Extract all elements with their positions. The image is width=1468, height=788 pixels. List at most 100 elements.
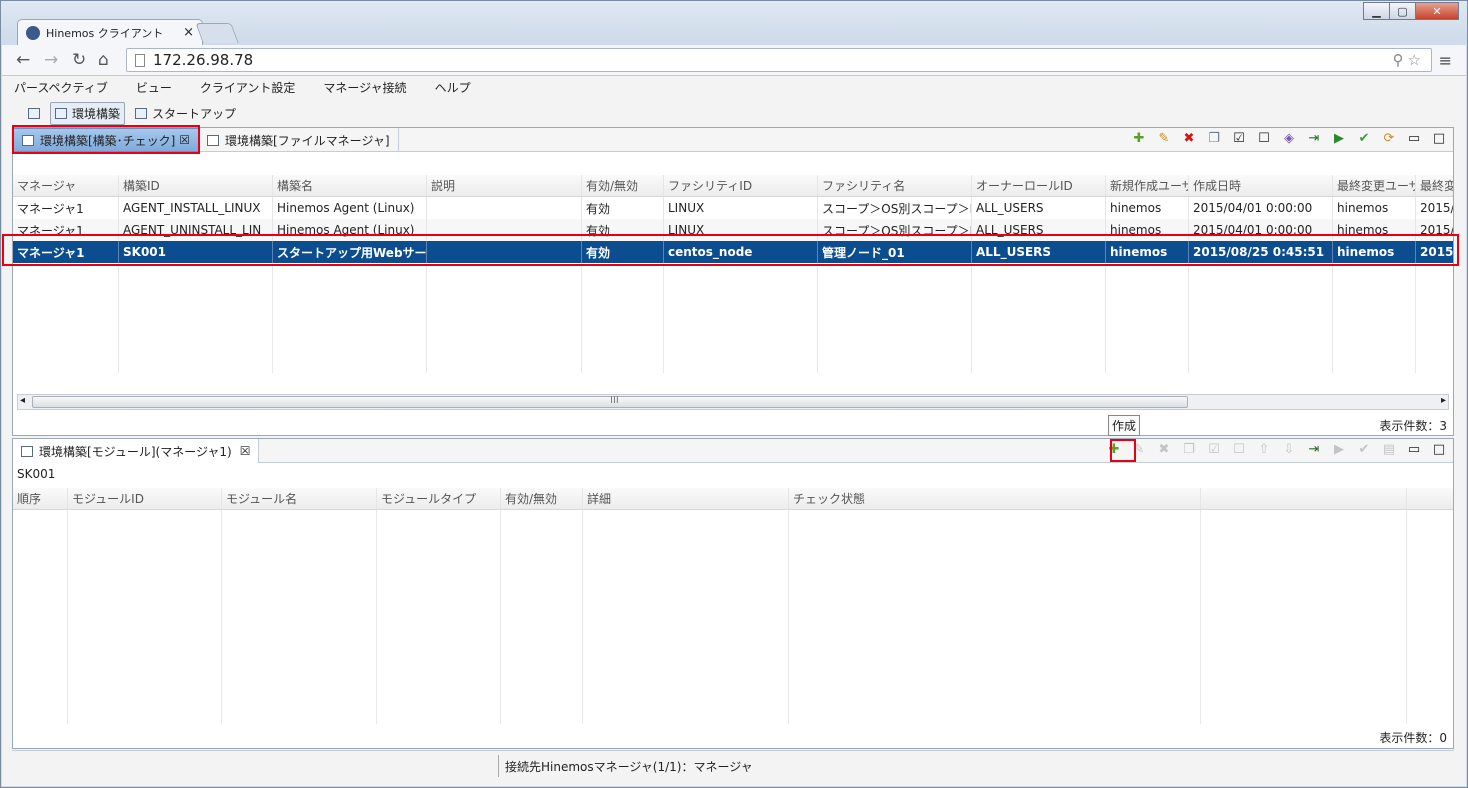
view-toolbar: ✚ ✎ ✖ ❐ ☑ ☐ ⇧ ⇩ ⇥ ▶ ✔ ▤ ▭ □ [1097, 442, 1447, 458]
table-row[interactable]: マネージャ1 AGENT_INSTALL_LINUX Hinemos Agent… [13, 197, 1453, 219]
column-header[interactable] [1201, 488, 1407, 509]
maximize-view-icon[interactable]: □ [1431, 131, 1447, 147]
disable-icon[interactable]: ☐ [1256, 131, 1272, 147]
column-header[interactable]: 有効/無効 [501, 488, 583, 509]
enable-icon[interactable]: ☑ [1206, 442, 1222, 458]
build-table: マネージャ 構築ID 構築名 説明 有効/無効 ファシリティID ファシリティ名… [13, 175, 1453, 373]
row-count: 表示件数：0 [1379, 731, 1447, 745]
menu-help[interactable]: ヘルプ [435, 79, 471, 96]
minimize-view-icon[interactable]: ▭ [1406, 131, 1422, 147]
column-header[interactable]: モジュールタイプ [377, 488, 501, 509]
status-connection: 接続先Hinemosマネージャ(1/1)：マネージャ [505, 760, 753, 774]
column-header[interactable]: 構築名 [273, 175, 427, 196]
menu-perspective[interactable]: パースペクティブ [14, 79, 108, 96]
horizontal-scrollbar[interactable]: ◂ III ▸ [17, 394, 1449, 410]
scroll-right-icon[interactable]: ▸ [1441, 395, 1446, 406]
perspective-env-build[interactable]: 環境構築 [50, 101, 126, 125]
run-icon[interactable]: ▶ [1331, 442, 1347, 458]
scroll-left-icon[interactable]: ◂ [20, 395, 25, 406]
reload-icon[interactable]: ↻ [72, 50, 86, 70]
status-bar: 接続先Hinemosマネージャ(1/1)：マネージャ [12, 750, 1454, 778]
scroll-thumb[interactable]: III [32, 395, 1188, 408]
row-count: 表示件数：3 [1379, 419, 1447, 433]
column-header[interactable]: オーナーロールID [972, 175, 1106, 196]
column-header[interactable]: モジュール名 [222, 488, 377, 509]
check-icon[interactable]: ✔ [1356, 442, 1372, 458]
table-icon [135, 107, 148, 119]
open-perspective-icon[interactable] [24, 106, 44, 121]
new-tab-button[interactable] [195, 23, 239, 43]
tab-modules[interactable]: 環境構築[モジュール](マネージャ1) ☒ [13, 439, 260, 463]
column-header[interactable]: 最終変更 [1416, 175, 1453, 196]
run-icon[interactable]: ▶ [1331, 131, 1347, 147]
module-table: 順序 モジュールID モジュール名 モジュールタイプ 有効/無効 詳細 チェック… [13, 488, 1453, 724]
menu-manager-connection[interactable]: マネージャ接続 [323, 79, 406, 96]
maximize-view-icon[interactable]: □ [1431, 442, 1447, 458]
edit-icon[interactable]: ✎ [1156, 131, 1172, 147]
copy-icon[interactable]: ❐ [1206, 131, 1222, 147]
table-icon [55, 107, 67, 119]
execute-icon[interactable]: ⇥ [1306, 131, 1322, 147]
menu-client-settings[interactable]: クライアント設定 [200, 79, 296, 96]
minimize-button[interactable]: ▁ [1363, 2, 1390, 20]
column-header[interactable]: マネージャ [13, 175, 119, 196]
column-header[interactable]: チェック状態 [789, 488, 1201, 509]
zoom-bookmark-icons[interactable]: ⚲☆ [1393, 51, 1425, 69]
check-icon[interactable]: ✔ [1356, 131, 1372, 147]
perspective-startup[interactable]: スタートアップ [131, 103, 240, 124]
execute-icon[interactable]: ⇥ [1306, 442, 1322, 458]
copy-icon[interactable]: ❐ [1181, 442, 1197, 458]
view-icon [21, 445, 33, 457]
menu-view[interactable]: ビュー [136, 79, 172, 96]
browser-window: ▁ ▢ ✕ Hinemos クライアント × ← → ↻ ⌂ 172.26.98… [0, 0, 1468, 788]
column-header[interactable]: 最終変更ユーザ [1333, 175, 1416, 196]
column-header[interactable]: 作成日時 [1189, 175, 1333, 196]
column-header[interactable]: ファシリティID [664, 175, 818, 196]
panel-icon[interactable]: ▤ [1381, 442, 1397, 458]
minimize-view-icon[interactable]: ▭ [1406, 442, 1422, 458]
home-icon[interactable]: ⌂ [98, 50, 109, 70]
tag-icon[interactable]: ◈ [1281, 131, 1297, 147]
disable-icon[interactable]: ☐ [1231, 442, 1247, 458]
maximize-button[interactable]: ▢ [1389, 2, 1416, 20]
create-tooltip: 作成 [1108, 415, 1141, 436]
table-header-row: マネージャ 構築ID 構築名 説明 有効/無効 ファシリティID ファシリティ名… [13, 175, 1453, 197]
browser-tab[interactable]: Hinemos クライアント × [17, 19, 203, 45]
column-header[interactable]: 新規作成ユーザ [1106, 175, 1189, 196]
column-header[interactable]: 説明 [427, 175, 582, 196]
view-toolbar: ✚ ✎ ✖ ❐ ☑ ☐ ◈ ⇥ ▶ ✔ ⟳ ▭ □ [1122, 131, 1447, 147]
browser-menu-icon[interactable]: ≡ [1439, 51, 1452, 70]
page-icon [135, 53, 145, 67]
highlight-selected-row [2, 234, 1459, 266]
highlight-add-button [1110, 439, 1136, 462]
move-up-icon[interactable]: ⇧ [1256, 442, 1272, 458]
column-header[interactable]: 有効/無効 [582, 175, 664, 196]
column-header[interactable]: 構築ID [119, 175, 273, 196]
selected-build-id: SK001 [17, 467, 56, 481]
back-icon[interactable]: ← [16, 50, 30, 70]
column-header[interactable]: 詳細 [583, 488, 789, 509]
enable-icon[interactable]: ☑ [1231, 131, 1247, 147]
view-header: 環境構築[構築･チェック] ☒ 環境構築[ファイルマネージャ] ✚ ✎ ✖ ❐ … [13, 128, 1453, 152]
add-icon[interactable]: ✚ [1131, 131, 1147, 147]
column-header[interactable]: 順序 [13, 488, 68, 509]
window-controls: ▁ ▢ ✕ [1363, 2, 1459, 20]
window-close-button[interactable]: ✕ [1415, 2, 1459, 20]
module-view: 環境構築[モジュール](マネージャ1) ☒ ✚ ✎ ✖ ❐ ☑ ☐ ⇧ ⇩ ⇥ … [12, 438, 1454, 749]
move-down-icon[interactable]: ⇩ [1281, 442, 1297, 458]
perspective-bar: 環境構築 スタートアップ [24, 101, 246, 125]
refresh-icon[interactable]: ⟳ [1381, 131, 1397, 147]
delete-icon[interactable]: ✖ [1156, 442, 1172, 458]
column-lines [13, 488, 1453, 724]
delete-icon[interactable]: ✖ [1181, 131, 1197, 147]
tab-close-icon[interactable]: × [183, 25, 194, 40]
view-header: 環境構築[モジュール](マネージャ1) ☒ ✚ ✎ ✖ ❐ ☑ ☐ ⇧ ⇩ ⇥ … [13, 439, 1453, 463]
hinemos-favicon-icon [26, 25, 40, 40]
forward-icon[interactable]: → [44, 50, 58, 70]
address-bar[interactable]: 172.26.98.78 ⚲☆ [126, 48, 1432, 72]
tab-close-icon[interactable]: ☒ [240, 444, 251, 458]
column-header[interactable]: ファシリティ名 [818, 175, 972, 196]
tab-file-manager[interactable]: 環境構築[ファイルマネージャ] [199, 128, 399, 152]
column-header[interactable]: モジュールID [68, 488, 222, 509]
highlight-tab-build-check [12, 125, 200, 154]
